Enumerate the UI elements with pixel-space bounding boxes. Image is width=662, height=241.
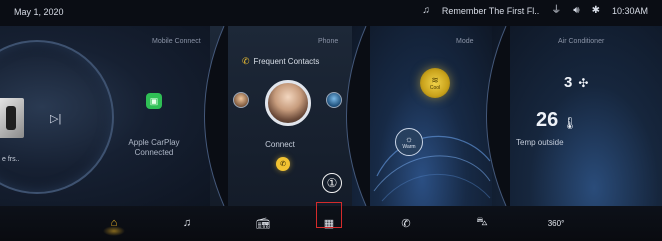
radio-icon[interactable]: 📻︎ (254, 214, 272, 232)
360-view-icon[interactable]: 360° (547, 214, 565, 232)
annotation-number: ① (322, 173, 342, 193)
volume-icon[interactable]: 🔊︎ (573, 6, 579, 16)
temperature[interactable]: 26 🌡︎ (536, 110, 577, 130)
usb-icon: ⏚ (551, 5, 562, 16)
connect-button[interactable]: ✆ (276, 157, 290, 171)
mode-title: Mode (456, 38, 474, 45)
bluetooth-icon[interactable]: ✱ (592, 6, 600, 16)
status-right-group: ♫ Remember The First Fl.. ⏚ 🔊︎ ✱ 10:30AM (422, 5, 648, 17)
frequent-contacts-label: Frequent Contacts (253, 57, 320, 66)
temp-outside-label: Temp outside (516, 138, 564, 147)
phone-icon: ✆ (242, 56, 250, 66)
contact-avatar[interactable] (233, 92, 249, 108)
music-note-icon[interactable]: ♫ (178, 214, 196, 232)
carplay-status: Apple CarPlay Connected (128, 138, 180, 157)
sun-icon: ☼ (404, 133, 414, 144)
fan-level-value: 3 (564, 74, 573, 91)
panel-divider (194, 25, 228, 207)
warm-mode-button[interactable]: ☼ Warm (395, 128, 423, 156)
wave-icon: ≋ (431, 74, 439, 85)
air-conditioner-card[interactable]: Air Conditioner 3 ✣ 26 🌡︎ Temp outside (492, 26, 662, 206)
music-note-icon: ♫ (422, 5, 430, 16)
frequent-contacts-header: ✆ Frequent Contacts (242, 56, 319, 67)
fan-level[interactable]: 3 ✣ (564, 74, 588, 91)
connect-label: Connect (265, 140, 295, 149)
home-icon[interactable]: ⌂ (105, 214, 123, 232)
air-conditioner-title: Air Conditioner (558, 38, 605, 45)
contact-avatar[interactable] (265, 80, 311, 126)
cool-mode-button[interactable]: ≋ Cool (420, 68, 450, 98)
carplay-icon[interactable]: ▣ (146, 93, 162, 109)
temperature-value: 26 (536, 109, 559, 131)
phone-icon[interactable]: ✆ (397, 214, 415, 232)
car-icon[interactable]: ⛍ (473, 214, 491, 232)
cool-label: Cool (429, 84, 441, 91)
warm-label: Warm (402, 143, 416, 150)
fan-icon: ✣ (578, 75, 589, 90)
mode-card[interactable]: Mode ≋ Cool ☼ Warm (352, 26, 492, 206)
now-playing-title[interactable]: Remember The First Fl.. (442, 6, 539, 16)
highlight-box (316, 202, 342, 228)
airflow-graphic (373, 135, 491, 202)
status-time: 10:30AM (611, 6, 648, 16)
status-bar: May 1, 2020 ♫ Remember The First Fl.. ⏚ … (0, 0, 662, 26)
panel-divider (476, 25, 510, 207)
song-title-fragment: e frs.. (2, 156, 20, 163)
skip-next-icon[interactable]: ▷| (50, 112, 61, 125)
album-art[interactable] (0, 98, 24, 138)
thermometer-icon: 🌡︎ (562, 116, 578, 130)
status-date: May 1, 2020 (14, 7, 64, 17)
mobile-connect-card[interactable]: Mobile Connect ▷| e frs.. ▣ Apple CarPla… (0, 26, 210, 206)
